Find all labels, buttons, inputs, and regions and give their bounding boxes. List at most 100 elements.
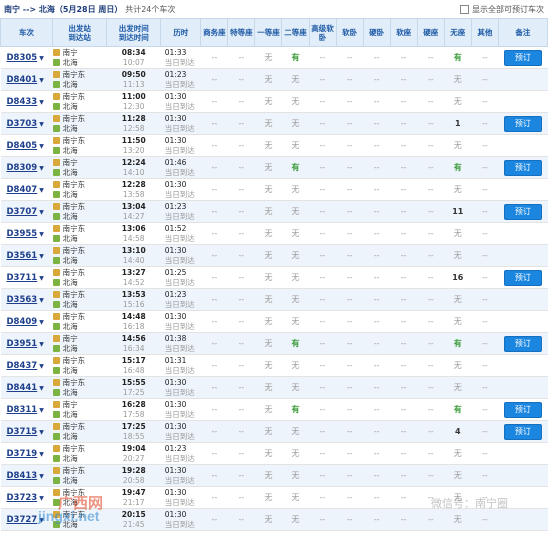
train-number-cell[interactable]: D8413 ▼ xyxy=(0,464,53,487)
train-number-cell[interactable]: D3719 ▼ xyxy=(0,442,53,465)
train-number-link[interactable]: D8441 xyxy=(7,383,38,393)
caret-down-icon[interactable]: ▼ xyxy=(39,473,44,480)
caret-down-icon[interactable]: ▼ xyxy=(39,143,44,150)
seat-cell: -- xyxy=(417,376,445,399)
book-button[interactable]: 预订 xyxy=(503,269,542,286)
caret-down-icon[interactable]: ▼ xyxy=(39,385,44,392)
caret-down-icon[interactable]: ▼ xyxy=(39,429,44,436)
train-number-link[interactable]: D3727 xyxy=(7,515,38,525)
seat-cell: -- xyxy=(417,266,445,289)
train-number-link[interactable]: D8311 xyxy=(7,405,38,415)
book-button[interactable]: 预订 xyxy=(503,203,542,220)
train-number-link[interactable]: D3561 xyxy=(7,251,38,261)
first-class-cell: 无 xyxy=(254,420,282,443)
first-class-cell: 无 xyxy=(254,156,282,179)
col-other: 其他 xyxy=(470,18,499,47)
remark-cell xyxy=(498,464,548,487)
seat-cell: -- xyxy=(309,332,337,355)
seat-cell: -- xyxy=(417,420,445,443)
book-button[interactable]: 预订 xyxy=(503,159,542,176)
train-number-link[interactable]: D8413 xyxy=(7,471,38,481)
train-number-link[interactable]: D3951 xyxy=(7,339,38,349)
col-duration[interactable]: 历时 xyxy=(160,18,202,47)
caret-down-icon[interactable]: ▼ xyxy=(39,253,44,260)
train-number-cell[interactable]: D8409 ▼ xyxy=(0,310,53,333)
train-number-cell[interactable]: D8311 ▼ xyxy=(0,398,53,421)
train-number-link[interactable]: D3711 xyxy=(7,273,38,283)
caret-down-icon[interactable]: ▼ xyxy=(39,275,44,282)
train-number-cell[interactable]: D3711 ▼ xyxy=(0,266,53,289)
train-number-link[interactable]: D8437 xyxy=(7,361,38,371)
first-class-cell: 无 xyxy=(254,508,282,531)
train-number-link[interactable]: D3955 xyxy=(7,229,38,239)
arrival-station: 北海 xyxy=(52,80,78,90)
show-all-checkbox[interactable] xyxy=(460,4,469,14)
caret-down-icon[interactable]: ▼ xyxy=(39,187,44,194)
train-number-link[interactable]: D8309 xyxy=(7,163,38,173)
seat-cell: -- xyxy=(309,90,337,113)
col-times[interactable]: 出发时间 到达时间 xyxy=(106,18,162,47)
caret-down-icon[interactable]: ▼ xyxy=(39,495,44,502)
train-number-cell[interactable]: D3951 ▼ xyxy=(0,332,53,355)
book-button[interactable]: 预订 xyxy=(503,423,542,440)
show-all-toggle[interactable]: 显示全部可预订车次 xyxy=(460,4,544,15)
train-number-link[interactable]: D3719 xyxy=(7,449,38,459)
caret-down-icon[interactable]: ▼ xyxy=(39,451,44,458)
caret-down-icon[interactable]: ▼ xyxy=(39,99,44,106)
seat-cell: -- xyxy=(309,134,337,157)
first-class-cell: 无 xyxy=(254,178,282,201)
book-button[interactable]: 预订 xyxy=(503,335,542,352)
duration: 01:30 xyxy=(164,91,187,101)
caret-down-icon[interactable]: ▼ xyxy=(39,231,44,238)
train-number-link[interactable]: D8405 xyxy=(7,141,38,151)
caret-down-icon[interactable]: ▼ xyxy=(39,55,44,62)
train-number-link[interactable]: D8305 xyxy=(7,53,38,63)
arrival-station: 北海 xyxy=(52,234,78,244)
train-number-link[interactable]: D8407 xyxy=(7,185,38,195)
train-number-cell[interactable]: D8309 ▼ xyxy=(0,156,53,179)
train-number-link[interactable]: D3563 xyxy=(7,295,38,305)
caret-down-icon[interactable]: ▼ xyxy=(39,407,44,414)
caret-down-icon[interactable]: ▼ xyxy=(39,165,44,172)
caret-down-icon[interactable]: ▼ xyxy=(39,297,44,304)
book-button[interactable]: 预订 xyxy=(503,401,542,418)
train-number-link[interactable]: D8409 xyxy=(7,317,38,327)
train-number-cell[interactable]: D8441 ▼ xyxy=(0,376,53,399)
caret-down-icon[interactable]: ▼ xyxy=(39,319,44,326)
train-number-cell[interactable]: D8305 ▼ xyxy=(0,46,53,69)
caret-down-icon[interactable]: ▼ xyxy=(39,209,44,216)
train-number-link[interactable]: D8433 xyxy=(7,97,38,107)
book-button[interactable]: 预订 xyxy=(503,49,542,66)
train-number-cell[interactable]: D3723 ▼ xyxy=(0,486,53,509)
times-cell: 19:47 21:17 xyxy=(106,486,161,509)
caret-down-icon[interactable]: ▼ xyxy=(39,77,44,84)
departure-station: 南宁东 xyxy=(52,378,85,388)
train-number-cell[interactable]: D3715 ▼ xyxy=(0,420,53,443)
stations-cell: 南宁 北海 xyxy=(52,332,107,355)
train-number-cell[interactable]: D8407 ▼ xyxy=(0,178,53,201)
train-number-cell[interactable]: D3955 ▼ xyxy=(0,222,53,245)
train-number-cell[interactable]: D3561 ▼ xyxy=(0,244,53,267)
train-number-cell[interactable]: D3707 ▼ xyxy=(0,200,53,223)
train-number-cell[interactable]: D8401 ▼ xyxy=(0,68,53,91)
col-train[interactable]: 车次 xyxy=(0,18,54,47)
train-number-cell[interactable]: D8437 ▼ xyxy=(0,354,53,377)
train-number-cell[interactable]: D3563 ▼ xyxy=(0,288,53,311)
book-button[interactable]: 预订 xyxy=(503,115,542,132)
train-number-cell[interactable]: D3703 ▼ xyxy=(0,112,53,135)
train-number-link[interactable]: D8401 xyxy=(7,75,38,85)
seat-cell: -- xyxy=(390,222,418,245)
stations-cell: 南宁东 北海 xyxy=(52,134,107,157)
seat-cell: -- xyxy=(390,200,418,223)
col-stations[interactable]: 出发站 到达站 xyxy=(52,18,108,47)
train-number-cell[interactable]: D8405 ▼ xyxy=(0,134,53,157)
train-number-cell[interactable]: D8433 ▼ xyxy=(0,90,53,113)
caret-down-icon[interactable]: ▼ xyxy=(39,341,44,348)
train-number-link[interactable]: D3707 xyxy=(7,207,38,217)
train-number-link[interactable]: D3703 xyxy=(7,119,38,129)
caret-down-icon[interactable]: ▼ xyxy=(39,121,44,128)
caret-down-icon[interactable]: ▼ xyxy=(39,363,44,370)
seat-cell: -- xyxy=(309,486,337,509)
train-number-link[interactable]: D3723 xyxy=(7,493,38,503)
train-number-link[interactable]: D3715 xyxy=(7,427,38,437)
